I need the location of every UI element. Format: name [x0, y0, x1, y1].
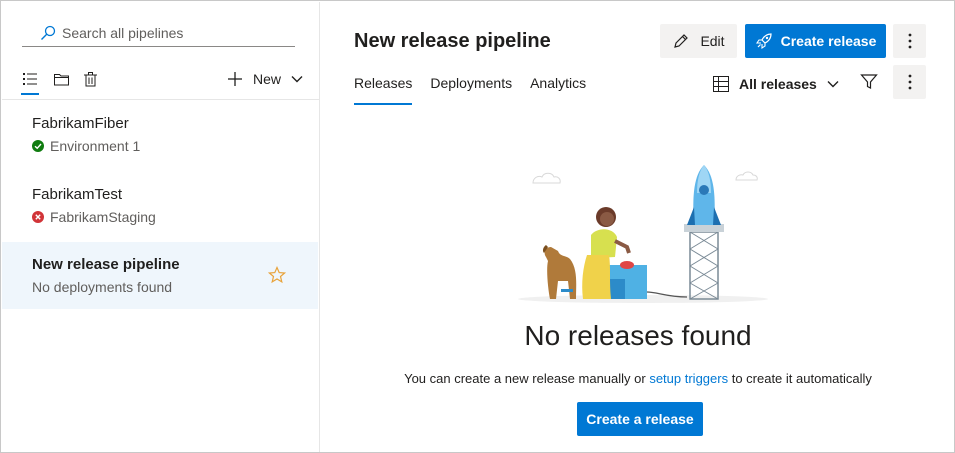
- edit-button-label: Edit: [700, 33, 725, 49]
- list-view-icon[interactable]: [22, 70, 38, 88]
- page-title: New release pipeline: [354, 30, 551, 52]
- pipeline-item[interactable]: FabrikamFiber Environment 1: [2, 101, 318, 168]
- search-icon: [38, 23, 58, 43]
- pipeline-name: FabrikamFiber: [32, 115, 129, 132]
- create-release-label: Create release: [780, 33, 877, 49]
- chevron-down-icon: [827, 81, 839, 88]
- empty-state-text-before: You can create a new release manually or: [404, 371, 650, 386]
- pencil-icon: [674, 34, 689, 48]
- pipeline-status: Environment 1: [32, 138, 140, 154]
- edit-button[interactable]: Edit: [660, 24, 737, 58]
- pipeline-status: FabrikamStaging: [32, 209, 156, 225]
- pipelines-sidebar: Search all pipelines New FabrikamFiber E…: [2, 2, 320, 452]
- app-window: Search all pipelines New FabrikamFiber E…: [0, 0, 955, 453]
- star-icon[interactable]: [268, 266, 286, 284]
- setup-triggers-link[interactable]: setup triggers: [649, 371, 728, 386]
- filter-icon[interactable]: [860, 73, 878, 91]
- tab-releases[interactable]: Releases: [354, 75, 413, 105]
- pipeline-status-text: FabrikamStaging: [50, 209, 156, 225]
- pipeline-status-text: Environment 1: [50, 138, 141, 154]
- create-a-release-button[interactable]: Create a release: [577, 402, 703, 436]
- delete-icon[interactable]: [82, 70, 98, 88]
- more-options-button[interactable]: [893, 65, 926, 99]
- release-filter-value: All releases: [739, 76, 817, 92]
- empty-state-description: You can create a new release manually or…: [321, 371, 954, 386]
- empty-state-illustration: [518, 165, 768, 303]
- pipeline-name: FabrikamTest: [32, 186, 123, 203]
- empty-state-text-after: to create it automatically: [728, 371, 872, 386]
- plus-icon: [228, 72, 242, 86]
- pipeline-status-text: No deployments found: [32, 279, 173, 295]
- pipeline-item-selected[interactable]: New release pipeline No deployments foun…: [2, 242, 318, 309]
- main-pane: New release pipeline Edit Create release…: [321, 2, 954, 452]
- release-filter-dropdown[interactable]: All releases: [713, 74, 840, 94]
- search-input[interactable]: Search all pipelines: [62, 25, 183, 41]
- new-button[interactable]: New: [227, 68, 304, 90]
- more-vertical-icon: [908, 74, 911, 90]
- tab-bar: Releases Deployments Analytics: [354, 75, 604, 105]
- rocket-icon: [755, 33, 772, 50]
- pipeline-item[interactable]: FabrikamTest FabrikamStaging: [2, 172, 318, 239]
- tab-deployments[interactable]: Deployments: [430, 75, 512, 105]
- more-actions-button[interactable]: [893, 24, 926, 58]
- sidebar-toolbar: New: [2, 62, 320, 100]
- empty-state-title: No releases found: [524, 320, 752, 351]
- success-icon: [32, 140, 44, 152]
- table-icon: [713, 76, 729, 92]
- pipeline-name: New release pipeline: [32, 256, 180, 273]
- failed-icon: [32, 211, 44, 223]
- search-box[interactable]: Search all pipelines: [22, 20, 295, 47]
- tab-analytics[interactable]: Analytics: [530, 75, 586, 105]
- folder-icon[interactable]: [53, 70, 69, 88]
- active-view-indicator: [21, 93, 39, 95]
- new-button-label: New: [253, 71, 282, 87]
- more-vertical-icon: [908, 33, 911, 49]
- create-release-button[interactable]: Create release: [745, 24, 886, 58]
- chevron-down-icon: [291, 76, 303, 83]
